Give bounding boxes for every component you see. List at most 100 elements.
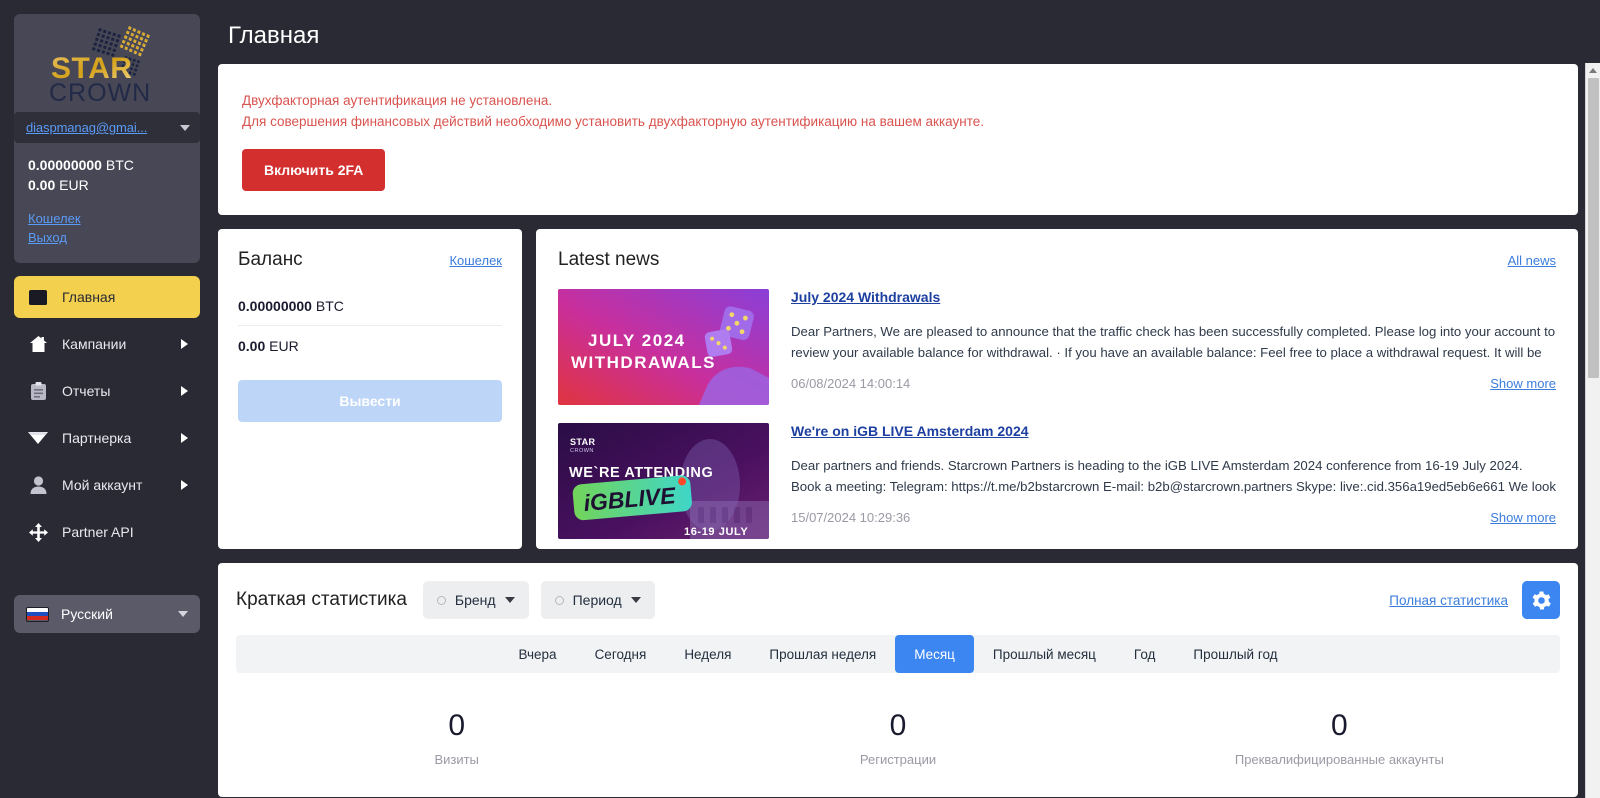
balance-currency: BTC: [315, 298, 344, 314]
sidebar-item-label: Главная: [62, 289, 116, 305]
kpi-label: Преквалифицированные аккаунты: [1234, 752, 1444, 767]
thumb-line-3: 16-19 JULY: [684, 526, 748, 538]
scrollbar-thumb[interactable]: [1588, 78, 1599, 378]
gear-icon: [1532, 591, 1551, 609]
balance-wallet-link[interactable]: Кошелек: [449, 253, 502, 268]
chevron-down-icon: [178, 611, 188, 617]
chevron-down-icon: [630, 597, 641, 603]
kpi-value: 0: [1330, 709, 1348, 742]
balance-amount: 0.00000000: [238, 298, 312, 314]
thumb-line-1: WE`RE ATTENDING: [569, 465, 713, 481]
news-date: 15/07/2024 10:29:36: [791, 510, 911, 525]
news-thumbnail-igb-live[interactable]: STAR CROWN WE`RE ATTENDING iGBLIVE 16-19…: [558, 423, 769, 539]
news-item: JULY 2024 WITHDRAWALS July 2024 Withdraw…: [558, 289, 1556, 405]
circle-icon: [554, 595, 564, 605]
sidebar: STAR CROWN diaspmanag@gmai... 0.00000000…: [0, 0, 210, 798]
chevron-down-icon: [180, 124, 190, 131]
period-filter-dropdown[interactable]: Период: [540, 581, 655, 619]
kpi-registrations: 0 Регистрации: [677, 707, 1118, 767]
sidebar-wallet-link[interactable]: Кошелек: [28, 209, 188, 228]
home-screen-icon: [28, 289, 48, 305]
ru-flag-icon: [26, 606, 49, 622]
sidebar-item-reports[interactable]: Отчеты: [14, 370, 200, 412]
logo-text-crown: CROWN: [49, 79, 151, 106]
stats-title: Краткая статистика: [236, 589, 407, 610]
circle-icon: [436, 595, 446, 605]
sidebar-nav: Главная Кампании Отчеты Партнерка Мой ак…: [14, 276, 200, 633]
kpi-label: Регистрации: [859, 752, 937, 767]
tab-month[interactable]: Месяц: [895, 635, 974, 673]
brand-filter-dropdown[interactable]: Бренд: [422, 581, 529, 619]
tab-last-month[interactable]: Прошлый месяц: [974, 635, 1115, 673]
app-root: STAR CROWN diaspmanag@gmai... 0.00000000…: [0, 0, 1600, 798]
news-headline-link[interactable]: July 2024 Withdrawals: [791, 289, 940, 305]
all-news-link[interactable]: All news: [1508, 253, 1556, 268]
sidebar-balance-row: 0.00000000 BTC: [28, 155, 188, 175]
show-more-link[interactable]: Show more: [1490, 510, 1556, 525]
quick-statistics-card: Краткая статистика Бренд Период Полная с…: [218, 563, 1578, 797]
tab-last-week[interactable]: Прошлая неделя: [750, 635, 895, 673]
account-email-dropdown[interactable]: diaspmanag@gmai...: [14, 112, 200, 143]
user-icon: [28, 476, 48, 494]
kpi-row: 0 Визиты 0 Регистрации 0 Преквалифициров…: [236, 707, 1560, 767]
sidebar-balance-row: 0.00 EUR: [28, 175, 188, 195]
tab-yesterday[interactable]: Вчера: [499, 635, 575, 673]
news-card-header: Latest news All news: [558, 249, 1556, 271]
tab-year[interactable]: Год: [1115, 635, 1175, 673]
news-body: We're on iGB LIVE Amsterdam 2024 Dear pa…: [791, 423, 1556, 539]
sidebar-item-partnership[interactable]: Партнерка: [14, 417, 200, 459]
star-crown-logo-icon: STAR CROWN: [49, 26, 151, 106]
stats-header: Краткая статистика Бренд Период Полная с…: [236, 581, 1560, 619]
house-icon: [28, 335, 48, 353]
kpi-value: 0: [448, 709, 465, 742]
balance-card-title: Баланс: [238, 249, 303, 270]
thumb-line-2: WITHDRAWALS: [571, 353, 716, 372]
enable-2fa-button[interactable]: Включить 2FA: [242, 149, 386, 191]
move-arrows-icon: [28, 522, 48, 542]
account-links: Кошелек Выход: [14, 201, 200, 253]
language-selector[interactable]: Русский: [14, 595, 200, 633]
sidebar-logout-link[interactable]: Выход: [28, 228, 188, 247]
sidebar-item-partner-api[interactable]: Partner API: [14, 511, 200, 553]
show-more-link[interactable]: Show more: [1490, 376, 1556, 391]
balance-currency: EUR: [269, 338, 299, 354]
news-headline-link[interactable]: We're on iGB LIVE Amsterdam 2024: [791, 423, 1029, 439]
scrollbar-up-button[interactable]: [1586, 63, 1600, 78]
sidebar-item-home[interactable]: Главная: [14, 276, 200, 318]
chevron-down-icon: [504, 597, 515, 603]
tab-week[interactable]: Неделя: [665, 635, 750, 673]
sidebar-panel: STAR CROWN diaspmanag@gmai... 0.00000000…: [14, 14, 200, 263]
full-statistics-link[interactable]: Полная статистика: [1389, 593, 1508, 608]
balance-card-header: Баланс Кошелек: [238, 249, 502, 271]
sidebar-item-label: Partner API: [62, 524, 134, 540]
sidebar-item-label: Партнерка: [62, 430, 132, 446]
news-thumbnail-july-withdrawals[interactable]: JULY 2024 WITHDRAWALS: [558, 289, 769, 405]
news-card-title: Latest news: [558, 249, 660, 270]
news-item: STAR CROWN WE`RE ATTENDING iGBLIVE 16-19…: [558, 423, 1556, 539]
diamond-icon: [28, 431, 48, 445]
withdraw-button[interactable]: Вывести: [238, 380, 502, 422]
news-date: 06/08/2024 14:00:14: [791, 376, 911, 391]
account-email: diaspmanag@gmai...: [26, 120, 148, 135]
svg-text:CROWN: CROWN: [570, 448, 594, 454]
sidebar-balance-amount: 0.00000000: [28, 157, 102, 173]
page-title: Главная: [228, 22, 320, 49]
news-excerpt: Dear Partners, We are pleased to announc…: [791, 324, 1556, 360]
alert-line-1: Двухфакторная аутентификация не установл…: [242, 93, 553, 108]
sidebar-balance-amount: 0.00: [28, 177, 56, 193]
tab-today[interactable]: Сегодня: [576, 635, 666, 673]
tab-last-year[interactable]: Прошлый год: [1174, 635, 1296, 673]
sidebar-item-campaigns[interactable]: Кампании: [14, 323, 200, 365]
balance-and-news-row: Баланс Кошелек 0.00000000 BTC 0.00 EUR В…: [218, 229, 1578, 549]
sidebar-item-my-account[interactable]: Мой аккаунт: [14, 464, 200, 506]
stats-settings-button[interactable]: [1522, 581, 1560, 619]
page-scrollbar[interactable]: [1585, 63, 1600, 798]
account-box: diaspmanag@gmai... 0.00000000 BTC 0.00 E…: [14, 112, 200, 253]
news-excerpt: Dear partners and friends. Starcrown Par…: [791, 458, 1556, 494]
latest-news-card: Latest news All news JULY 2024 WITHDRAWA…: [536, 229, 1578, 549]
news-footer: 15/07/2024 10:29:36 Show more: [791, 510, 1556, 525]
brand-logo[interactable]: STAR CROWN: [14, 14, 200, 112]
news-body: July 2024 Withdrawals Dear Partners, We …: [791, 289, 1556, 405]
brand-filter-label: Бренд: [454, 592, 496, 608]
sidebar-balance-currency: EUR: [59, 177, 89, 193]
